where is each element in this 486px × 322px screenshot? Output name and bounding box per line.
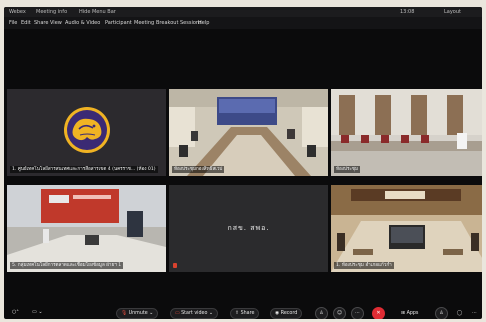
reactions-icon[interactable]: ○⁺ (12, 307, 22, 318)
unmute-button[interactable]: 🎙 Unmute ⌄ (116, 308, 159, 319)
menu-bar: File Edit Share View Audio & Video Parti… (4, 17, 482, 29)
chat-icon[interactable]: ◯ (453, 307, 466, 319)
meeting-info-link[interactable]: Meeting info (36, 7, 67, 17)
video-tile-5[interactable]: กสข. สพอ. (169, 185, 328, 272)
meeting-room-video (7, 185, 166, 272)
organization-logo (64, 107, 110, 153)
share-icon: ⇪ (235, 311, 240, 316)
muted-icon (173, 263, 177, 268)
participants-icon[interactable]: ♙ (315, 307, 328, 319)
start-video-label: Start video (181, 311, 208, 316)
menu-share[interactable]: Share (34, 17, 48, 29)
start-video-button[interactable]: ▭ Start video ⌄ (170, 308, 218, 319)
unmute-label: Unmute (128, 311, 148, 316)
participant-label: ห้องประชุมกองสิทธิ์สเวป (172, 166, 225, 173)
menu-audio-video[interactable]: Audio & Video (65, 17, 100, 29)
menu-participant[interactable]: Participant (105, 17, 132, 29)
participant-label: 5. กลุ่มเทคโนโลยีการตลาดและเชื่อมโยงข้อม… (10, 262, 124, 269)
participants-panel-icon[interactable]: ♙ (435, 307, 448, 319)
layout-button[interactable]: Layout (444, 7, 461, 17)
captions-icon[interactable]: ▭ ⌄ (32, 307, 50, 318)
participant-label: 1. ห้องประชุม อำเภอแก้วกำ (334, 262, 394, 269)
record-icon: ◉ (275, 311, 280, 316)
menu-help[interactable]: Help (198, 17, 209, 29)
participant-label: 1. ศูนย์เทคโนโลยีสารสนเทศและการสื่อสารเข… (10, 166, 158, 173)
camera-off-icon: ▭ (175, 311, 180, 316)
hide-menu-bar-button[interactable]: Hide Menu Bar (79, 7, 116, 17)
video-tile-3[interactable]: ห้องประชุม (331, 89, 482, 176)
menu-edit[interactable]: Edit (21, 17, 31, 29)
video-tile-6[interactable]: 1. ห้องประชุม อำเภอแก้วกำ (331, 185, 482, 272)
record-button[interactable]: ◉ Record (270, 308, 303, 319)
menu-view[interactable]: View (50, 17, 62, 29)
share-label: Share (240, 311, 255, 316)
meeting-room-video (169, 89, 328, 176)
more-options-icon[interactable]: ⋯ (351, 307, 364, 319)
microphone-off-icon: 🎙 (121, 311, 128, 316)
app-name: Webex (9, 9, 26, 15)
clock-text: 13:08 (400, 9, 415, 15)
reactions-emoji-icon[interactable]: ☺ (333, 307, 346, 319)
window-titlebar: Webex Meeting info Hide Menu Bar 13:08 L… (4, 7, 482, 17)
share-button[interactable]: ⇪ Share (230, 308, 260, 319)
menu-file[interactable]: File (9, 17, 17, 29)
meeting-room-video (331, 185, 482, 272)
webex-window: Webex Meeting info Hide Menu Bar 13:08 L… (4, 7, 482, 319)
apps-grid-icon: ⊞ (401, 311, 406, 316)
meeting-room-video (331, 89, 482, 176)
menu-breakout-sessions[interactable]: Breakout Sessions (156, 17, 202, 29)
menu-meeting[interactable]: Meeting (134, 17, 154, 29)
video-tile-1[interactable]: 1. ศูนย์เทคโนโลยีสารสนเทศและการสื่อสารเข… (7, 89, 166, 176)
apps-label: Apps (406, 311, 419, 316)
more-panels-icon[interactable]: ⋯ (468, 307, 481, 319)
participant-label: ห้องประชุม (334, 166, 361, 173)
participant-name-text: กสข. สพอ. (227, 224, 270, 232)
video-tile-4[interactable]: 5. กลุ่มเทคโนโลยีการตลาดและเชื่อมโยงข้อม… (7, 185, 166, 272)
record-label: Record (280, 311, 298, 316)
video-tile-2[interactable]: ห้องประชุมกองสิทธิ์สเวป (169, 89, 328, 176)
apps-button[interactable]: ⊞ Apps (396, 308, 423, 319)
end-call-button[interactable]: ✕ (372, 307, 385, 319)
